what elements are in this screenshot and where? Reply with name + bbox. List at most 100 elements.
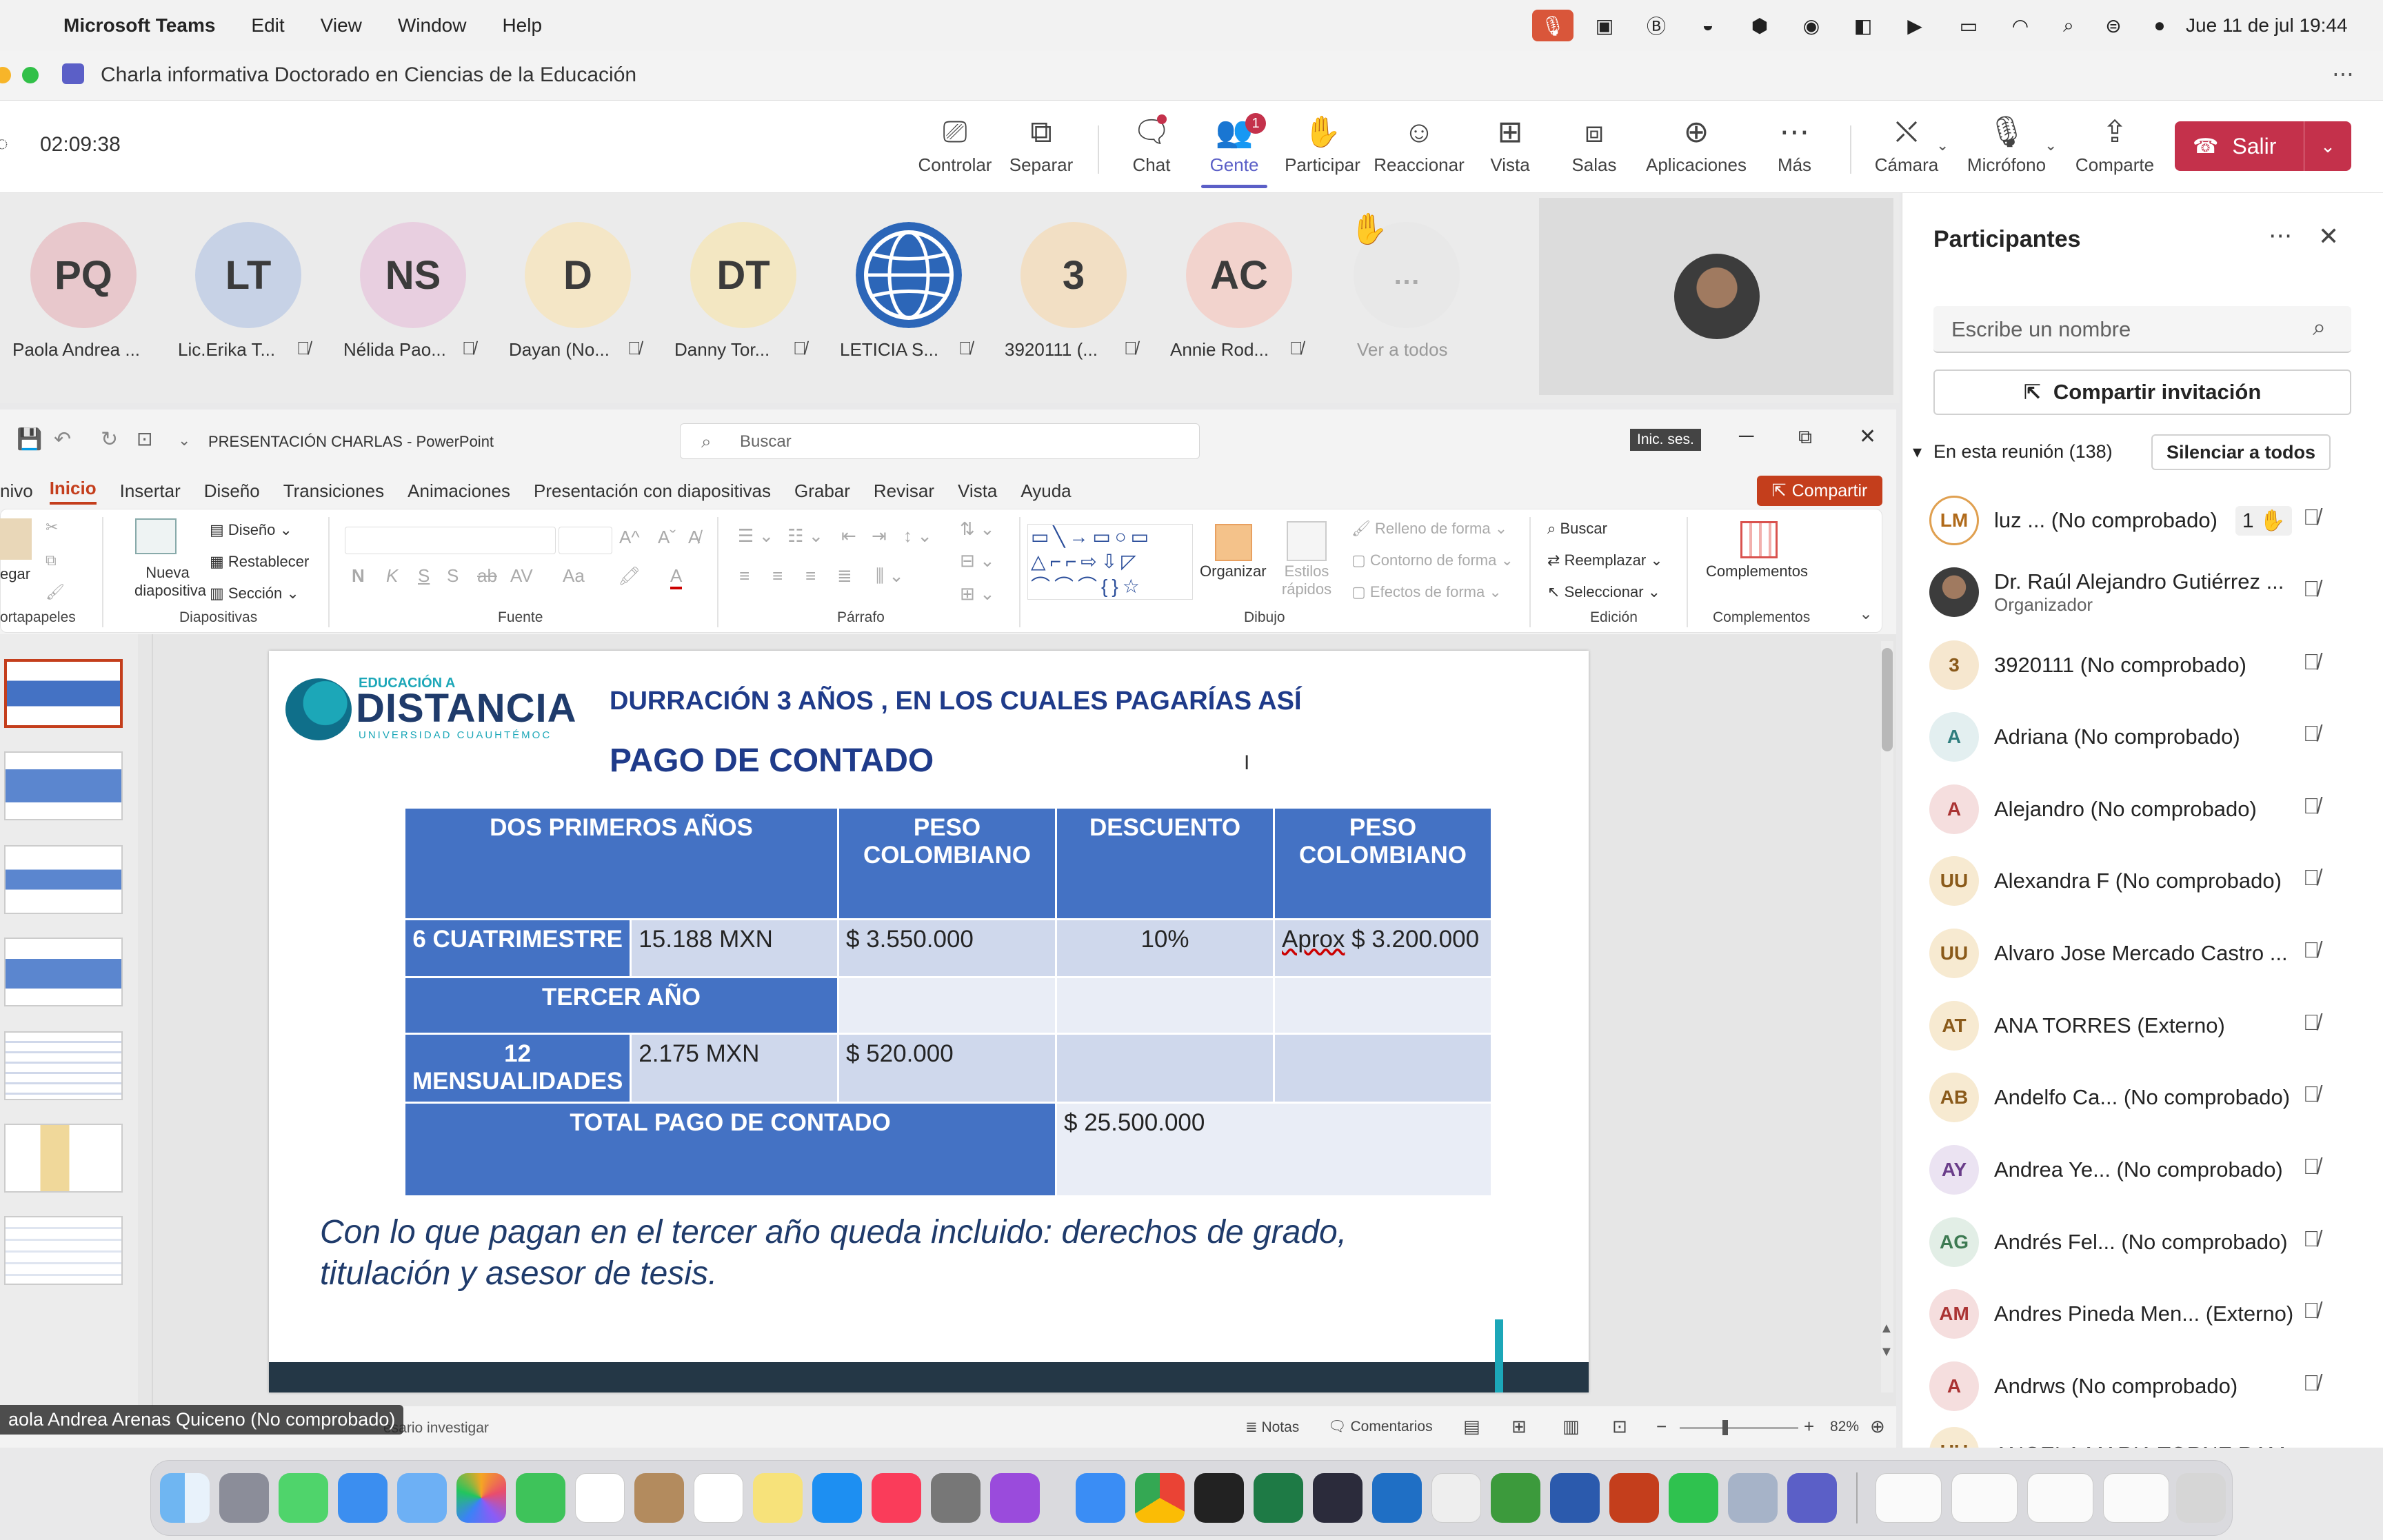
microphone-active-icon[interactable]: 🎙 (1532, 10, 1573, 41)
ppt-minimize-icon[interactable]: ─ (1739, 425, 1753, 448)
whatsapp-icon[interactable] (1669, 1473, 1718, 1523)
app-store-icon[interactable] (812, 1473, 862, 1523)
raise-hand-button[interactable]: ✋ Participar (1281, 113, 1364, 176)
slide-thumbnail-4[interactable] (4, 938, 123, 1006)
save-icon[interactable]: 💾 (17, 427, 42, 452)
app-icon[interactable] (1313, 1473, 1363, 1523)
scrollbar-thumb[interactable] (1882, 648, 1893, 751)
find-button[interactable]: ⌕ Buscar (1547, 520, 1607, 538)
mail-icon[interactable] (338, 1473, 388, 1523)
addins-icon[interactable] (1740, 521, 1778, 558)
shield-tray-icon[interactable]: ⬢ (1744, 10, 1775, 41)
preview-icon[interactable] (1728, 1473, 1778, 1523)
wifi-icon[interactable]: ◠ (2003, 10, 2038, 41)
avatar[interactable]: NS (360, 222, 466, 328)
window-more-icon[interactable]: ⋯ (2332, 61, 2354, 87)
tab-diseno[interactable]: Diseño (204, 480, 260, 502)
shape-effects-button[interactable]: ▢ Efectos de forma ⌄ (1351, 583, 1502, 601)
settings-icon[interactable] (931, 1473, 981, 1523)
participant-row[interactable]: A Adriana (No comprobado) (1929, 706, 2357, 768)
customize-qat-icon[interactable]: ⌄ (178, 432, 190, 449)
slide-thumbnail-5[interactable] (4, 1031, 123, 1100)
select-button[interactable]: ↖ Seleccionar ⌄ (1547, 583, 1660, 601)
arrange-button[interactable]: Organizar (1200, 563, 1267, 580)
participant-row[interactable]: UU ANGELA MARIA TORNE RAM... (1929, 1427, 2357, 1448)
participant-row[interactable]: AY Andrea Ye... (No comprobado) (1929, 1139, 2357, 1201)
participant-row[interactable]: Dr. Raúl Alejandro Gutiérrez ... Organiza… (1929, 561, 2357, 623)
smartart-icon[interactable]: ⊞ ⌄ (960, 583, 995, 605)
bullets-icon[interactable]: ☰ ⌄ (738, 525, 774, 547)
reset-button[interactable]: ▦ Restablecer (210, 553, 309, 571)
prev-slide-icon[interactable]: ▲ (1880, 1321, 1893, 1337)
reading-view-icon[interactable]: ▥ (1562, 1416, 1580, 1437)
zoom-level[interactable]: 82% (1830, 1419, 1859, 1435)
shape-fill-button[interactable]: 🖌 Relleno de forma ⌄ (1351, 520, 1507, 538)
tab-inicio[interactable]: Inicio (49, 478, 97, 505)
participant-row[interactable]: AB Andelfo Ca... (No comprobado) (1929, 1066, 2357, 1128)
bi-tray-icon[interactable]: ◧ (1848, 10, 1878, 41)
participant-row[interactable]: A Andrws (No comprobado) (1929, 1355, 2357, 1417)
payment-table[interactable]: DOS PRIMEROS AÑOS PESO COLOMBIANO DESCUE… (403, 807, 1493, 1197)
copy-icon[interactable]: ⧉ (46, 551, 57, 569)
recent-window-thumbnail[interactable] (1876, 1473, 1942, 1523)
tab-transiciones[interactable]: Transiciones (283, 480, 384, 502)
font-grow-icon[interactable]: A^ (619, 527, 640, 548)
avatar[interactable]: PQ (30, 222, 137, 328)
normal-view-icon[interactable]: ▤ (1463, 1416, 1480, 1437)
tab-grabar[interactable]: Grabar (794, 480, 850, 502)
camera-chevron-icon[interactable]: ⌄ (1936, 136, 1949, 154)
maps-icon[interactable] (397, 1473, 447, 1523)
b-tray-icon[interactable]: Ⓑ (1641, 10, 1671, 41)
teams-dock-icon[interactable] (1787, 1473, 1837, 1523)
numbers-icon[interactable] (1491, 1473, 1540, 1523)
redo-icon[interactable]: ↻ (101, 427, 118, 452)
indent-increase-icon[interactable]: ⇥ (872, 525, 887, 547)
control-button[interactable]: ⎚ Controlar (914, 113, 996, 176)
participant-row[interactable]: AG Andrés Fel... (No comprobado) (1929, 1211, 2357, 1273)
slide-scrollbar[interactable] (1881, 641, 1893, 1392)
avatar[interactable]: D (525, 222, 631, 328)
tab-archivo[interactable]: nivo (0, 480, 33, 502)
menu-help[interactable]: Help (502, 14, 542, 37)
participant-row[interactable]: LM luz ... (No comprobado) 1 ✋ (1929, 489, 2357, 551)
participant-row[interactable]: UU Alexandra F (No comprobado) (1929, 850, 2357, 912)
quick-styles-button[interactable]: Estilos rápidos (1276, 563, 1338, 598)
shapes-gallery[interactable]: ▭╲→▭○▭ △⌐⌐⇨⇩◸ ⌒⌒⌒{}☆ (1027, 524, 1193, 600)
basket-tray-icon[interactable]: ◒ (1693, 10, 1723, 41)
search-input[interactable]: Escribe un nombre ⌕ (1933, 306, 2351, 353)
align-center-icon[interactable]: ≡ (772, 565, 783, 587)
participant-row[interactable]: AT ANA TORRES (Externo) (1929, 995, 2357, 1057)
launchpad-icon[interactable] (219, 1473, 269, 1523)
justify-icon[interactable]: ≣ (837, 565, 852, 587)
format-painter-icon[interactable]: 🖌 (46, 583, 65, 601)
slide-thumbnail-3[interactable] (4, 845, 123, 914)
addins-button[interactable]: Complementos (1706, 563, 1808, 580)
play-tray-icon[interactable]: ▶ (1900, 10, 1930, 41)
rooms-button[interactable]: ⧈ Salas (1560, 113, 1629, 176)
finder-icon[interactable] (160, 1473, 210, 1523)
tab-insertar[interactable]: Insertar (120, 480, 181, 502)
avatar-globe-icon[interactable] (856, 222, 962, 328)
zoom-window-button[interactable] (22, 67, 39, 83)
case-icon[interactable]: Aa (563, 565, 585, 587)
font-family-select[interactable] (345, 527, 556, 554)
spotlight-icon[interactable]: ⌕ (2053, 10, 2084, 41)
arrange-icon[interactable] (1215, 524, 1252, 561)
shadow-icon[interactable]: S (447, 565, 459, 587)
slide-thumbnail-6[interactable] (4, 1124, 123, 1193)
fit-slide-icon[interactable]: ⊕ (1870, 1416, 1885, 1437)
font-color-icon[interactable]: A (670, 565, 683, 589)
font-size-select[interactable] (559, 527, 612, 554)
mute-all-button[interactable]: Silenciar a todos (2151, 434, 2331, 470)
menu-view[interactable]: View (321, 14, 362, 37)
tab-revisar[interactable]: Revisar (874, 480, 934, 502)
camera-button[interactable]: ⛌ Cámara (1865, 113, 1948, 176)
align-text-icon[interactable]: ⊟ ⌄ (960, 550, 995, 571)
powerpoint-icon[interactable] (1609, 1473, 1659, 1523)
menu-app-name[interactable]: Microsoft Teams (63, 14, 215, 37)
ppt-share-button[interactable]: ⇱ Compartir (1757, 476, 1882, 506)
excel-icon[interactable] (1254, 1473, 1303, 1523)
participant-row[interactable]: AM Andres Pineda Men... (Externo) (1929, 1283, 2357, 1345)
share-button[interactable]: ⇪ Comparte (2070, 113, 2160, 176)
sorter-view-icon[interactable]: ⊞ (1511, 1416, 1527, 1437)
